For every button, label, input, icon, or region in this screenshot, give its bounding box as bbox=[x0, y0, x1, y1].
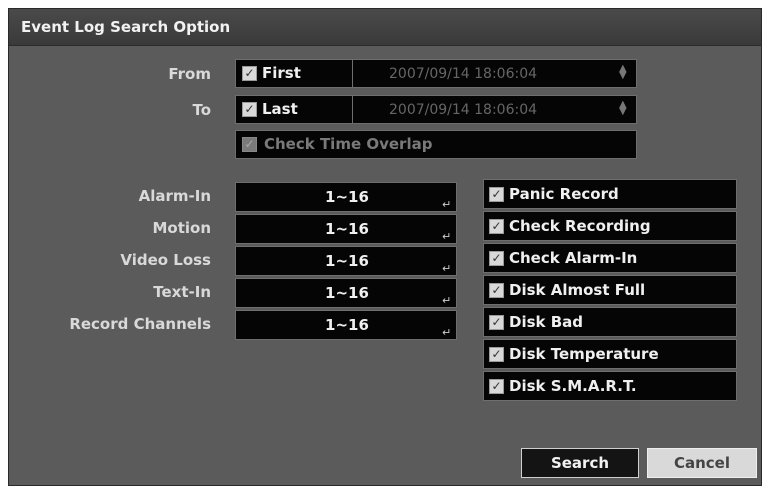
disk-bad-checkbox[interactable]: ✓ Disk Bad bbox=[483, 307, 737, 337]
channel-row-label: Video Loss bbox=[120, 251, 211, 269]
enter-icon: ↵ bbox=[442, 294, 452, 307]
disk-bad-label: Disk Bad bbox=[509, 313, 584, 331]
motion-value: 1~16 bbox=[325, 220, 369, 238]
channel-row-label: Record Channels bbox=[69, 315, 211, 333]
enter-icon: ↵ bbox=[442, 230, 452, 243]
disk-smart-label: Disk S.M.A.R.T. bbox=[509, 377, 637, 395]
event-log-search-dialog: Event Log Search Option From ✓ First 200… bbox=[8, 8, 762, 486]
disk-almost-full-label: Disk Almost Full bbox=[509, 281, 646, 299]
video-loss-field[interactable]: 1~16 ↵ bbox=[235, 246, 457, 276]
check-icon: ✓ bbox=[489, 347, 504, 362]
enter-icon: ↵ bbox=[442, 198, 452, 211]
title-bar: Event Log Search Option bbox=[9, 9, 761, 46]
check-icon: ✓ bbox=[489, 283, 504, 298]
check-icon: ✓ bbox=[489, 219, 504, 234]
check-recording-checkbox[interactable]: ✓ Check Recording bbox=[483, 211, 737, 241]
from-first-checkbox[interactable]: ✓ First bbox=[235, 59, 353, 88]
record-channels-value: 1~16 bbox=[325, 316, 369, 334]
text-in-value: 1~16 bbox=[325, 284, 369, 302]
alarm-in-field[interactable]: 1~16 ↵ bbox=[235, 182, 457, 212]
alarm-in-value: 1~16 bbox=[325, 188, 369, 206]
to-label: To bbox=[192, 101, 211, 119]
to-datetime: 2007/09/14 18:06:04 bbox=[389, 102, 538, 118]
spinner-icon[interactable]: ▲ ▼ bbox=[619, 64, 627, 81]
text-in-field[interactable]: 1~16 ↵ bbox=[235, 278, 457, 308]
dialog-title: Event Log Search Option bbox=[21, 18, 231, 36]
check-recording-label: Check Recording bbox=[509, 217, 651, 235]
check-icon: ✓ bbox=[489, 251, 504, 266]
enter-icon: ↵ bbox=[442, 262, 452, 275]
search-button[interactable]: Search bbox=[521, 448, 639, 478]
spinner-icon[interactable]: ▲ ▼ bbox=[619, 100, 627, 117]
check-icon: ✓ bbox=[489, 379, 504, 394]
from-datetime: 2007/09/14 18:06:04 bbox=[389, 66, 538, 82]
check-icon: ✓ bbox=[242, 102, 257, 117]
record-channels-field[interactable]: 1~16 ↵ bbox=[235, 310, 457, 340]
motion-field[interactable]: 1~16 ↵ bbox=[235, 214, 457, 244]
from-label: From bbox=[168, 65, 211, 83]
check-time-overlap-label: Check Time Overlap bbox=[264, 135, 433, 153]
channel-row-label: Motion bbox=[152, 219, 211, 237]
cancel-button[interactable]: Cancel bbox=[647, 448, 757, 478]
to-datetime-field[interactable]: 2007/09/14 18:06:04 ▲ ▼ bbox=[352, 95, 637, 124]
check-icon: ✓ bbox=[242, 66, 257, 81]
panic-record-label: Panic Record bbox=[509, 185, 619, 203]
check-icon: ✓ bbox=[489, 187, 504, 202]
enter-icon: ↵ bbox=[442, 326, 452, 339]
check-time-overlap-checkbox[interactable]: ✓ Check Time Overlap bbox=[235, 130, 637, 159]
disk-temperature-checkbox[interactable]: ✓ Disk Temperature bbox=[483, 339, 737, 369]
from-first-label: First bbox=[262, 64, 301, 82]
channel-row-label: Text-In bbox=[153, 283, 211, 301]
check-icon: ✓ bbox=[489, 315, 504, 330]
to-last-checkbox[interactable]: ✓ Last bbox=[235, 95, 353, 124]
check-alarm-in-label: Check Alarm-In bbox=[509, 249, 638, 267]
video-loss-value: 1~16 bbox=[325, 252, 369, 270]
from-datetime-field[interactable]: 2007/09/14 18:06:04 ▲ ▼ bbox=[352, 59, 637, 88]
panic-record-checkbox[interactable]: ✓ Panic Record bbox=[483, 179, 737, 209]
check-alarm-in-checkbox[interactable]: ✓ Check Alarm-In bbox=[483, 243, 737, 273]
disk-almost-full-checkbox[interactable]: ✓ Disk Almost Full bbox=[483, 275, 737, 305]
check-icon: ✓ bbox=[242, 137, 257, 152]
channel-row-label: Alarm-In bbox=[138, 187, 211, 205]
disk-temperature-label: Disk Temperature bbox=[509, 345, 659, 363]
to-last-label: Last bbox=[262, 100, 298, 118]
disk-smart-checkbox[interactable]: ✓ Disk S.M.A.R.T. bbox=[483, 371, 737, 401]
